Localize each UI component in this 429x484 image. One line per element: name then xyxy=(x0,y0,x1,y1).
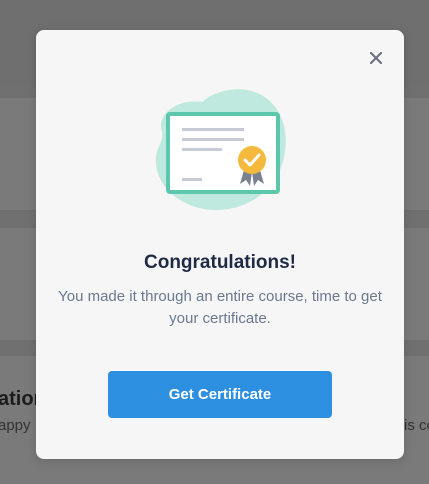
background-subtext-fragment: is co xyxy=(404,417,429,434)
get-certificate-button[interactable]: Get Certificate xyxy=(108,371,332,418)
close-button[interactable] xyxy=(366,48,386,68)
certificate-icon xyxy=(155,89,286,211)
congratulations-modal: Congratulations! You made it through an … xyxy=(36,30,404,459)
modal-message: You made it through an entire course, ti… xyxy=(58,288,382,327)
background-subtext-fragment: appy xyxy=(0,417,31,434)
modal-title: Congratulations! xyxy=(144,252,296,273)
close-icon[interactable] xyxy=(370,52,382,64)
certificate-illustration xyxy=(148,84,292,216)
